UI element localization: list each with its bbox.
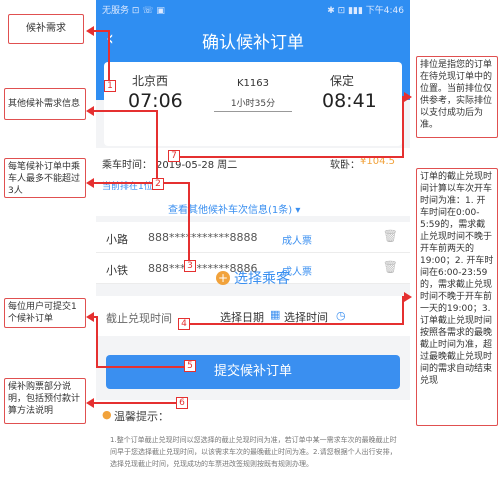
depart-time: 07:06 [128, 90, 183, 112]
date-label: 乘车时间： [102, 160, 152, 171]
to-station: 保定 [330, 74, 355, 88]
add-passenger-label: 选择乘客 [234, 271, 290, 287]
marker-3: 3 [184, 260, 196, 272]
calendar-icon: ▦ [270, 308, 281, 321]
status-right: ✱ ⊡ ▮▮▮ 下午4:46 [327, 6, 404, 16]
callout-6: 排位是指您的订单在待兑现订单中的位置。当前排位仅供参考，实际排位以支付成功后为准… [416, 56, 498, 138]
marker-5: 5 [184, 360, 196, 372]
phone-screen: 无服务 ⊡ ☏ ▣ ✱ ⊡ ▮▮▮ 下午4:46 ‹ 确认候补订单 北京西 07… [96, 0, 410, 494]
tips-box: ● 温馨提示： 1.整个订单截止兑现时间以您选择的截止兑现时间为准，若订单中某一… [96, 400, 410, 494]
clock-icon: ◷ [336, 309, 346, 322]
tips-title: 温馨提示： [114, 410, 169, 423]
passenger-row[interactable]: 小路 888***********8888 成人票 🗑 [96, 222, 410, 253]
callout-7: 订单的截止兑现时间计算以车次开车时间为准：1. 开车时间在0:00-5:59的，… [416, 168, 498, 426]
trip-duration: 1小时35分 [214, 96, 292, 112]
trip-card: 北京西 07:06 K1163 1小时35分 保定 08:41 [104, 62, 402, 146]
marker-2: 2 [152, 178, 164, 190]
add-passenger-button[interactable]: + 选择乘客 [96, 268, 410, 288]
marker-1: 1 [104, 80, 116, 92]
status-bar: 无服务 ⊡ ☏ ▣ ✱ ⊡ ▮▮▮ 下午4:46 [102, 3, 404, 17]
tips-text: 1.整个订单截止兑现时间以您选择的截止兑现时间为准，若订单中某一需求车次的最晚截… [110, 436, 397, 468]
seat-label: 软卧： [330, 160, 360, 171]
marker-7: 7 [168, 150, 180, 162]
callout-3: 每笔候补订单中乘车人最多不能超过3人 [4, 158, 86, 198]
marker-6: 6 [176, 397, 188, 409]
passenger-id: 888***********8888 [148, 231, 258, 244]
ticket-type: 成人票 [282, 236, 312, 247]
from-station: 北京西 [132, 74, 169, 88]
deadline-label: 截止兑现时间 [106, 312, 172, 325]
plus-icon: + [216, 271, 230, 285]
page-title: 确认候补订单 [202, 33, 304, 53]
callout-2: 其他候补需求信息 [4, 88, 86, 120]
callout-1: 候补需求 [8, 14, 84, 44]
submit-order-button[interactable]: 提交候补订单 [106, 355, 400, 389]
passenger-name: 小路 [106, 233, 128, 246]
arrive-time: 08:41 [322, 90, 377, 112]
status-left: 无服务 ⊡ ☏ ▣ [102, 6, 165, 16]
marker-4: 4 [178, 318, 190, 330]
trash-icon[interactable]: 🗑 [383, 229, 398, 243]
train-number: K1163 [236, 78, 269, 89]
callout-5: 候补购票部分说明，包括预付款计算方法说明 [4, 378, 86, 424]
callout-4: 每位用户可提交1个候补订单 [4, 298, 86, 328]
deadline-row: 截止兑现时间 选择日期 ▦ 选择时间 ◷ [96, 296, 410, 336]
queue-position: 当前排在1位 [102, 182, 153, 192]
info-icon: ● [102, 408, 112, 421]
